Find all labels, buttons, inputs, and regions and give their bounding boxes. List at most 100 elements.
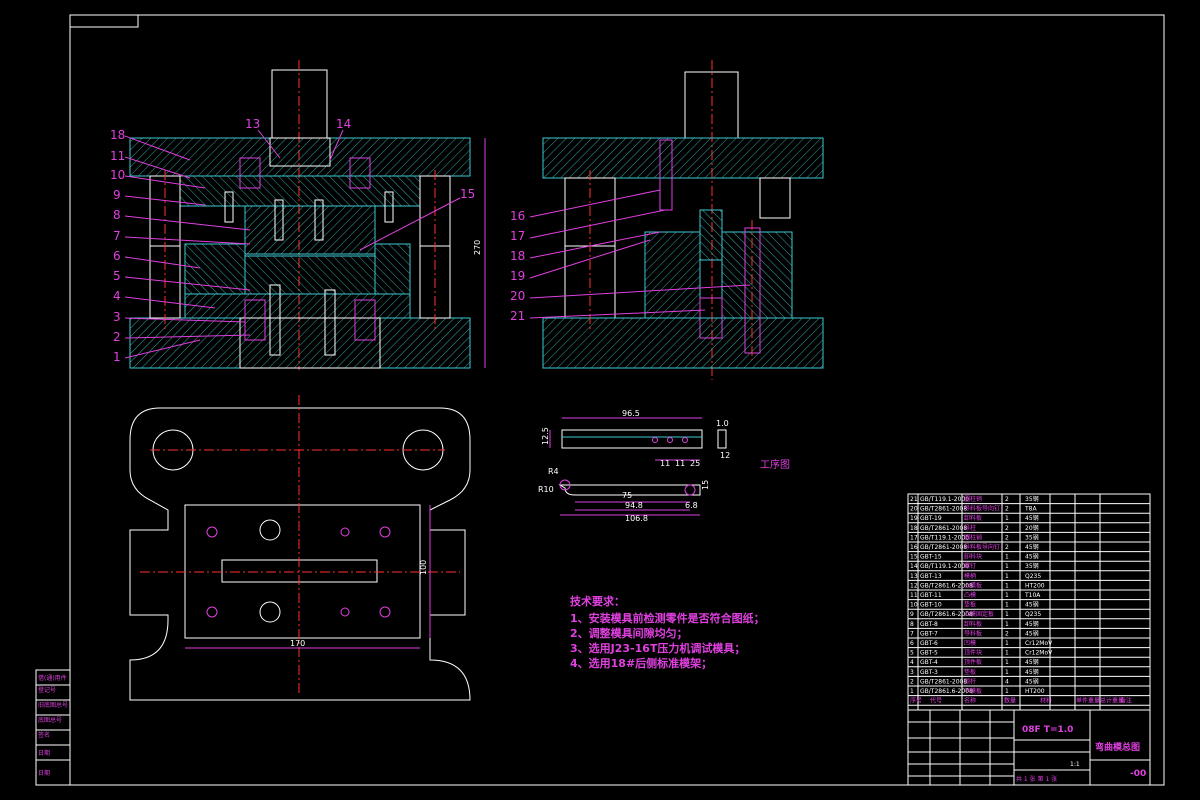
tech-title: 技术要求： xyxy=(570,594,625,608)
bom-header-cell: 数量 xyxy=(1004,697,1016,705)
dim-bent-b: R10 xyxy=(538,485,554,494)
bom-cell: 45钢 xyxy=(1025,620,1039,628)
bom-cell: 2 xyxy=(1005,630,1009,637)
bom-cell: 上模板 xyxy=(964,581,982,589)
bom-cell: 45钢 xyxy=(1025,658,1039,666)
label-10: 10 xyxy=(110,168,125,182)
dim-bent-total: 106.8 xyxy=(625,514,648,523)
dim-plan-h: 100 xyxy=(419,560,428,575)
bom-cell: 圆柱销 xyxy=(964,495,982,503)
bom-cell: 凸模 xyxy=(964,591,976,599)
dim-sub-2: 25 xyxy=(690,459,700,468)
stamp-0: 借(通)用件 xyxy=(38,674,67,682)
bom-cell: 2 xyxy=(910,678,914,685)
bom-cell: 垫板 xyxy=(964,601,976,609)
label-11: 11 xyxy=(110,149,125,163)
stamp-4: 签名 xyxy=(38,731,50,739)
bom-cell: 45钢 xyxy=(1025,543,1039,551)
bom-cell: GBT-13 xyxy=(920,573,942,580)
bom-cell: 导料板导向钉 xyxy=(964,543,1000,551)
label-13: 13 xyxy=(245,117,260,131)
bom-cell: 6 xyxy=(910,640,914,647)
bom-cell: 1 xyxy=(1005,611,1009,618)
bom-cell: GBT-8 xyxy=(920,621,938,628)
bom-cell: GBT-6 xyxy=(920,640,938,647)
bom-cell: 凹模 xyxy=(964,639,976,647)
bom-cell: 3 xyxy=(910,669,914,676)
label-18b: 18 xyxy=(510,249,525,263)
bom-cell: GB/T119.1-2000 xyxy=(920,563,969,570)
dim-strip-h: 12.5 xyxy=(541,427,550,445)
bom-cell: Cr12MoV xyxy=(1025,640,1053,647)
bom-cell: GBT-3 xyxy=(920,669,938,676)
bom-cell: 1 xyxy=(1005,582,1009,589)
dim-bent-end: 6.8 xyxy=(685,501,698,510)
bom-cell: GB/T2861-2008 xyxy=(920,678,967,685)
bom-cell: 1 xyxy=(1005,592,1009,599)
label-7: 7 xyxy=(113,229,121,243)
corner-box xyxy=(69,14,139,28)
tech-item-1: 1、安装模具前检测零件是否符合图纸； xyxy=(570,611,765,625)
dim-strip-len: 96.5 xyxy=(622,409,640,418)
label-9: 9 xyxy=(113,188,121,202)
label-17: 17 xyxy=(510,229,525,243)
dim-bent-inner: 94.8 xyxy=(625,501,643,510)
bom-cell: 1 xyxy=(910,688,914,695)
dim-plan-w: 170 xyxy=(290,639,305,648)
bom-cell: 顶件板 xyxy=(964,658,982,666)
bom-cell: 顶件块 xyxy=(964,649,982,657)
bom-cell: 1 xyxy=(1005,563,1009,570)
bom-cell: 1 xyxy=(1005,669,1009,676)
bom-cell: 4 xyxy=(910,659,914,666)
label-6: 6 xyxy=(113,249,121,263)
bom-cell: 45钢 xyxy=(1025,668,1039,676)
tb-material: 08F T=1.0 xyxy=(1022,725,1073,735)
bom-cell: GBT-10 xyxy=(920,602,942,609)
side-section-view xyxy=(542,60,824,380)
bom-cell: 圆柱销 xyxy=(964,533,982,541)
bom-cell: 10 xyxy=(910,602,918,609)
bom-cell: Cr12MoV xyxy=(1025,650,1053,657)
bom-cell: 1 xyxy=(1005,640,1009,647)
process-drawing: 96.5 11 11 25 12.5 1.0 12 工序图 75 94.8 10… xyxy=(538,409,790,523)
stamp-3: 底图总号 xyxy=(38,716,62,724)
bom-cell: 模柄 xyxy=(964,572,976,580)
bom-cell: GBT-19 xyxy=(920,515,942,522)
process-title: 工序图 xyxy=(760,458,790,471)
bom-cell: 17 xyxy=(910,534,918,541)
label-4: 4 xyxy=(113,289,121,303)
bom-cell: 14 xyxy=(910,563,918,570)
bom-cell: 11 xyxy=(910,592,918,599)
front-section-view: 270 xyxy=(129,60,486,370)
cad-drawing-sheet: 借(通)用件 登记号 旧底图总号 底图总号 签名 日期 日期 270 18 11… xyxy=(35,14,1165,786)
bom-header-cell: 序号 xyxy=(910,697,922,705)
label-2: 2 xyxy=(113,330,121,344)
tb-drawing-name: 弯曲模总图 xyxy=(1095,741,1140,753)
tech-item-2: 2、调整模具间隙均匀； xyxy=(570,626,688,640)
bom-cell: 9 xyxy=(910,611,914,618)
label-16: 16 xyxy=(510,209,525,223)
technical-notes: 技术要求： 1、安装模具前检测零件是否符合图纸； 2、调整模具间隙均匀； 3、选… xyxy=(570,594,765,670)
bom-table: 21 GB/T119.1-2000圆柱销 2 35钢20 GB/T2861-2008导料… xyxy=(907,493,1151,711)
bom-cell: Q235 xyxy=(1025,611,1041,618)
label-8: 8 xyxy=(113,208,121,222)
bom-cell: GBT-5 xyxy=(920,650,938,657)
bom-cell: 2 xyxy=(1005,525,1009,532)
bom-header-cell: 单件重量 xyxy=(1076,697,1100,705)
label-19: 19 xyxy=(510,269,525,283)
bom-cell: HT200 xyxy=(1025,688,1045,695)
title-block: 08F T=1.0 弯曲模总图 -00 1:1 共 1 张 第 1 张 xyxy=(907,709,1151,786)
bom-cell: 19 xyxy=(910,515,918,522)
bom-cell: 导料板 xyxy=(964,629,982,637)
bom-cell: 1 xyxy=(1005,659,1009,666)
bom-cell: 35钢 xyxy=(1025,562,1039,570)
bom-cell: 1 xyxy=(1005,515,1009,522)
bom-cell: 垫板 xyxy=(964,668,976,676)
dim-bent-mid: 75 xyxy=(622,491,632,500)
label-3: 3 xyxy=(113,310,121,324)
dim-sub-1: 11 xyxy=(675,459,685,468)
bom-cell: 1 xyxy=(1005,688,1009,695)
label-18: 18 xyxy=(110,128,125,142)
tech-item-4: 4、选用18#后侧标准模架； xyxy=(570,656,712,670)
stamp-5: 日期 xyxy=(38,749,50,757)
